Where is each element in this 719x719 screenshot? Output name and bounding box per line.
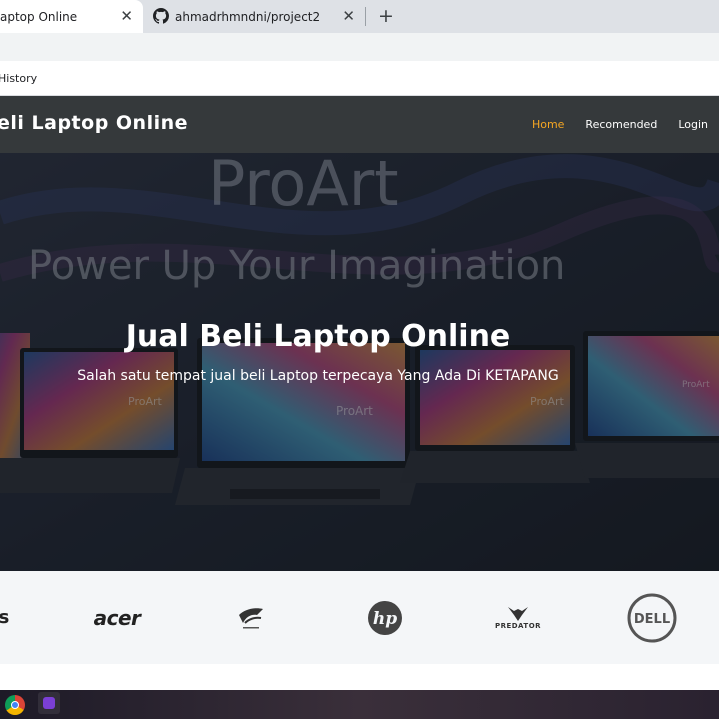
brand-logo-acer[interactable]: acer xyxy=(87,571,147,664)
tab-title: aptop Online xyxy=(0,9,78,24)
site-navbar: eli Laptop Online Home Recomended Login xyxy=(0,96,719,153)
brand-logo-dell[interactable]: DELL xyxy=(625,571,679,664)
brand-text: hp xyxy=(373,609,397,629)
predator-icon xyxy=(508,606,528,621)
brand-logos-strip: s acer hp PREDATOR DELL xyxy=(0,571,719,664)
github-icon xyxy=(153,8,169,24)
site-brand[interactable]: eli Laptop Online xyxy=(0,112,188,134)
close-icon[interactable]: ✕ xyxy=(120,8,133,24)
bookmark-history[interactable]: History xyxy=(0,72,37,85)
os-taskbar xyxy=(0,690,719,719)
tab-github-project[interactable]: ahmadrhmndni/project2 ✕ xyxy=(143,0,365,33)
hero-subtitle: Salah satu tempat jual beli Laptop terpe… xyxy=(77,368,559,384)
brand-text: PREDATOR xyxy=(494,621,542,630)
new-tab-button[interactable]: + xyxy=(378,5,394,27)
nav-links: Home Recomended Login xyxy=(511,118,708,131)
browser-toolbar xyxy=(0,33,719,61)
taskbar-app-slot[interactable] xyxy=(38,692,60,714)
close-icon[interactable]: ✕ xyxy=(342,8,355,24)
dell-logo-icon: DELL xyxy=(627,593,677,642)
brand-logo-rog[interactable] xyxy=(230,571,272,664)
brand-text: acer xyxy=(93,605,141,630)
nav-login-link[interactable]: Login xyxy=(678,118,708,131)
chrome-icon[interactable] xyxy=(5,695,25,715)
brand-logo-asus[interactable]: s xyxy=(0,571,12,664)
brand-logo-hp[interactable]: hp xyxy=(362,571,408,664)
hero-section: ProArt Power Up Your Imagination ProArt … xyxy=(0,153,719,571)
tab-laptop-online[interactable]: aptop Online ✕ xyxy=(0,0,143,33)
app-icon xyxy=(43,697,55,709)
brand-text: s xyxy=(0,607,10,628)
page-below-strip xyxy=(0,664,719,690)
browser-tabstrip: aptop Online ✕ ahmadrhmndni/project2 ✕ + xyxy=(0,0,719,33)
hp-logo-icon: hp xyxy=(368,600,402,635)
hero-overlay xyxy=(0,153,719,571)
tab-title: ahmadrhmndni/project2 xyxy=(175,9,321,24)
bookmarks-bar: History xyxy=(0,61,719,96)
nav-recomended-link[interactable]: Recomended xyxy=(585,118,657,131)
brand-logo-predator[interactable]: PREDATOR xyxy=(490,571,546,664)
brand-text: DELL xyxy=(634,612,670,627)
rog-eye-icon xyxy=(239,607,263,628)
hero-title: Jual Beli Laptop Online xyxy=(125,319,511,354)
tab-divider xyxy=(365,7,366,26)
nav-home-link[interactable]: Home xyxy=(532,118,564,131)
